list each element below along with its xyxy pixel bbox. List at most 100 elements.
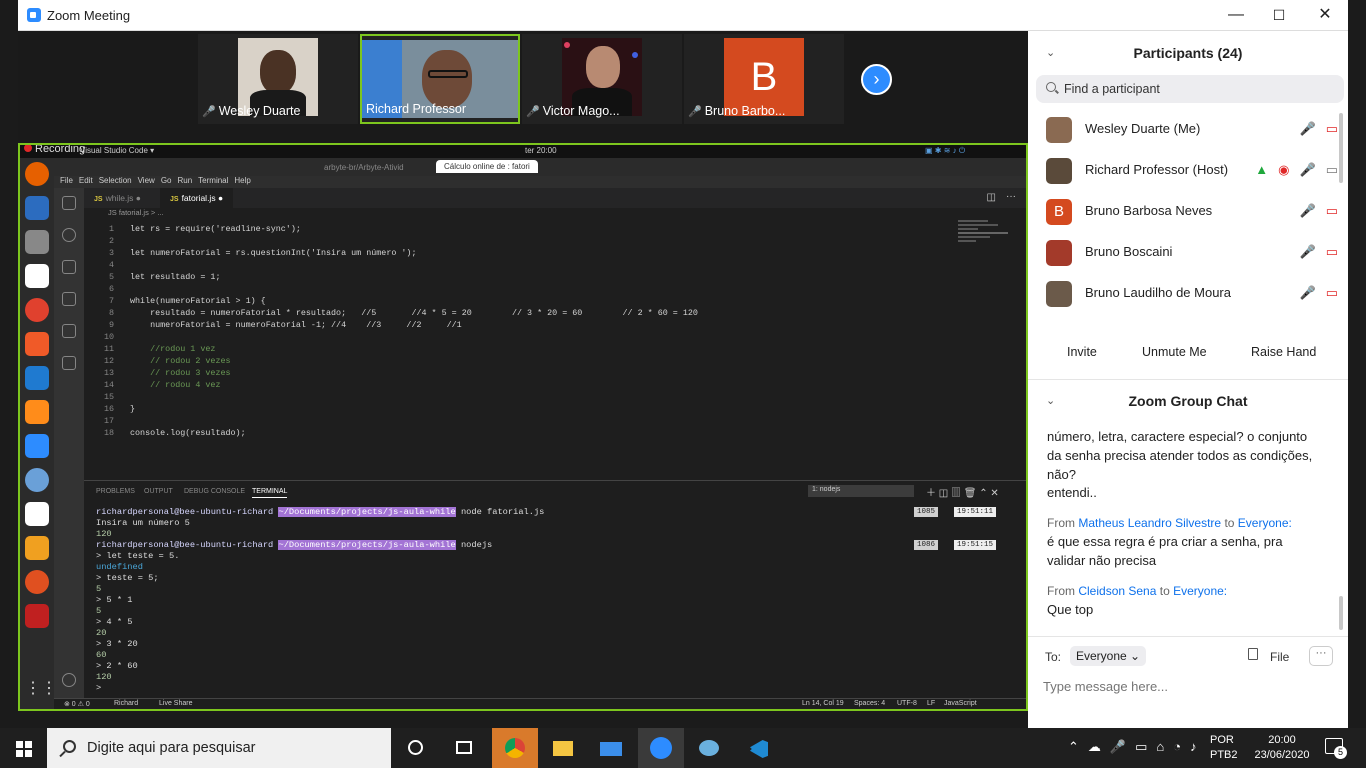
window-title: Zoom Meeting (47, 8, 131, 23)
mic-muted-icon: 🎤 (1299, 244, 1316, 259)
explorer-icon[interactable] (62, 196, 76, 210)
tab-output[interactable]: OUTPUT (144, 488, 173, 495)
invite-button[interactable]: Invite (1059, 340, 1105, 364)
menu-item[interactable]: View (138, 176, 155, 185)
video-tile-wesley[interactable]: 🎤 Wesley Duarte (198, 34, 358, 124)
menu-item[interactable]: Terminal (198, 176, 228, 185)
app-icon[interactable] (25, 502, 49, 526)
firefox-icon[interactable] (25, 162, 49, 186)
menu-item[interactable]: Go (161, 176, 172, 185)
activity-bar (54, 188, 84, 709)
video-tile-bruno[interactable]: B 🎤 Bruno Barbo... (684, 34, 844, 124)
participant-row[interactable]: Richard Professor (Host) ▲ ◉ 🎤 ▭ (1028, 150, 1338, 191)
minimize-button[interactable]: — (1213, 3, 1259, 27)
status-spaces[interactable]: Spaces: 4 (854, 700, 885, 707)
close-button[interactable]: ✕ (1302, 3, 1348, 27)
gear-icon[interactable] (62, 673, 76, 687)
menu-item[interactable]: Run (177, 176, 192, 185)
participant-row[interactable]: B Bruno Barbosa Neves 🎤 ▭ (1028, 191, 1338, 232)
status-bar: ⊗ 0 ⚠ 0 Richard Live Share Ln 14, Col 19… (54, 698, 1026, 709)
chat-input[interactable] (1043, 676, 1333, 696)
browser-tab[interactable]: Cálculo online de : fatori (436, 160, 538, 173)
live-share-icon[interactable] (62, 356, 76, 370)
files-icon[interactable] (25, 230, 49, 254)
status-position[interactable]: Ln 14, Col 19 (802, 700, 844, 707)
sublime-icon[interactable] (25, 400, 49, 424)
unmute-me-button[interactable]: Unmute Me (1134, 340, 1215, 364)
taskbar-clock[interactable]: 20:00 23/06/2020 (1252, 733, 1312, 763)
apps-grid-icon[interactable]: ⋮⋮ (25, 678, 57, 702)
participant-row[interactable]: Bruno Boscaini 🎤 ▭ (1028, 232, 1338, 273)
code-editor[interactable]: 1 let rs = require('readline-sync'); 2 3 let… (84, 220, 1026, 480)
terminal-line: > 4 * 5 (96, 617, 133, 627)
zoom-icon[interactable] (25, 434, 49, 458)
menu-item[interactable]: Help (234, 176, 250, 185)
docs-icon[interactable] (25, 196, 49, 220)
raise-hand-button[interactable]: Raise Hand (1243, 340, 1324, 364)
taskbar-search[interactable] (47, 728, 391, 768)
paint-icon[interactable] (688, 732, 728, 764)
tab-debug-console[interactable]: DEBUG CONSOLE (184, 488, 245, 495)
participant-name: Bruno Laudilho de Moura (1085, 285, 1231, 300)
menu-item[interactable]: Edit (79, 176, 93, 185)
app-icon[interactable] (25, 604, 49, 628)
vscode-taskbar-icon[interactable] (738, 732, 778, 764)
status-eol[interactable]: LF (927, 700, 935, 707)
settings-icon[interactable] (25, 468, 49, 492)
browser-tab[interactable]: arbyte-br/Arbyte-Ativid (324, 163, 404, 172)
more-options-button[interactable]: ··· (1309, 646, 1333, 666)
mail-icon[interactable] (590, 732, 630, 764)
vscode-icon[interactable] (25, 366, 49, 390)
tab-fatorial-js[interactable]: JS fatorial.js ● (160, 188, 234, 208)
code-line: while(numeroFatorial > 1) { (130, 296, 266, 306)
task-view-icon[interactable] (444, 732, 484, 764)
cortana-icon[interactable] (396, 732, 436, 764)
brave-icon[interactable] (25, 332, 49, 356)
file-explorer-icon[interactable] (542, 732, 582, 764)
windows-start-icon[interactable] (4, 732, 44, 764)
video-tile-richard[interactable]: Richard Professor (360, 34, 520, 124)
recipient-dropdown[interactable]: Everyone ⌄ (1070, 646, 1147, 666)
run-icon[interactable] (62, 292, 76, 306)
chat-scrollbar[interactable] (1339, 596, 1343, 630)
tab-while-js[interactable]: JS while.js ● (84, 188, 151, 208)
split-editor-icon[interactable]: ◫ (987, 192, 996, 203)
terminal-actions[interactable]: ＋ ◫ ▥ 🗑 ⌃ ✕ (926, 484, 999, 499)
chrome-taskbar-icon[interactable] (492, 728, 538, 768)
tab-terminal[interactable]: TERMINAL (252, 488, 288, 498)
search-input[interactable] (1064, 80, 1334, 98)
app-icon[interactable] (25, 536, 49, 560)
menu-item[interactable]: Selection (99, 176, 132, 185)
participant-row[interactable]: Wesley Duarte (Me) 🎤 ▭ (1028, 109, 1338, 150)
line-number: 9 (108, 320, 114, 330)
line-number: 18 (103, 428, 114, 438)
status-encoding[interactable]: UTF-8 (897, 700, 917, 707)
video-tile-victor[interactable]: 🎤 Victor Mago... (522, 34, 682, 124)
status-problems[interactable]: ⊗ 0 ⚠ 0 (64, 700, 90, 708)
system-tray-icons[interactable]: ⌃☁🎤▭⌂◔♪ (1068, 739, 1206, 755)
terminal-output[interactable]: richardpersonal@bee-ubuntu-richard ~/Doc… (96, 507, 1016, 697)
file-icon[interactable] (1248, 648, 1258, 660)
extensions-icon[interactable] (62, 324, 76, 338)
menu-item[interactable]: File (60, 176, 73, 185)
terminal-select[interactable]: 1: nodejs (808, 485, 914, 497)
zoom-taskbar-icon[interactable] (638, 728, 684, 768)
taskbar-search-input[interactable] (87, 739, 377, 757)
status-live-share[interactable]: Live Share (159, 700, 192, 707)
source-control-icon[interactable] (62, 260, 76, 274)
status-language[interactable]: JavaScript (944, 700, 977, 707)
slack-icon[interactable] (25, 264, 49, 288)
app-icon[interactable] (25, 570, 49, 594)
participant-row[interactable]: Bruno Laudilho de Moura 🎤 ▭ (1028, 273, 1338, 314)
chrome-icon[interactable] (25, 298, 49, 322)
search-icon[interactable] (62, 228, 76, 242)
next-page-arrow-icon[interactable]: › (861, 64, 892, 95)
file-button[interactable]: File (1270, 650, 1289, 664)
maximize-button[interactable]: ☐ (1256, 3, 1302, 27)
tab-problems[interactable]: PROBLEMS (96, 488, 135, 495)
participant-search[interactable] (1036, 75, 1344, 103)
more-icon[interactable]: ··· (1006, 191, 1016, 202)
input-language[interactable]: POR PTB2 (1210, 733, 1238, 763)
status-user[interactable]: Richard (114, 700, 138, 707)
participants-scrollbar[interactable] (1339, 113, 1343, 183)
